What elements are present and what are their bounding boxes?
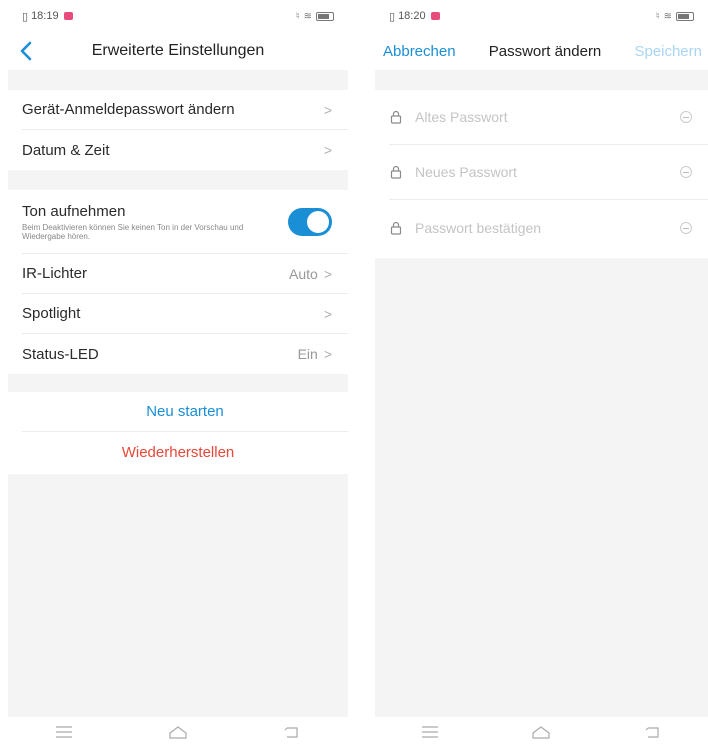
- mute-icon: ♮: [656, 10, 660, 22]
- item-label: IR-Lichter: [22, 265, 88, 282]
- eye-hidden-icon[interactable]: [680, 166, 692, 178]
- system-nav-bar: [8, 717, 348, 747]
- item-label: Ton aufnehmen: [22, 202, 126, 220]
- back-icon[interactable]: [643, 725, 663, 739]
- new-password-input[interactable]: [415, 164, 680, 180]
- chevron-right-icon: >: [323, 142, 332, 158]
- restart-button[interactable]: Neu starten: [22, 392, 348, 432]
- status-bar: ▯ 18:19 ♮ ≋: [8, 0, 348, 32]
- lock-icon: [390, 165, 402, 179]
- section-divider: [8, 70, 348, 90]
- chevron-right-icon: >: [323, 101, 332, 118]
- back-icon[interactable]: [282, 725, 302, 739]
- reset-button[interactable]: Wiederherstellen: [8, 432, 348, 472]
- system-nav-bar: [375, 717, 708, 747]
- chevron-right-icon: >: [323, 265, 332, 282]
- section-divider: [8, 374, 348, 392]
- spotlight-item[interactable]: Spotlight >: [22, 294, 348, 334]
- record-audio-toggle[interactable]: [288, 207, 332, 236]
- change-password-screen: ▯ 18:20 ♮ ≋ Abbrechen Passwort ändern Sp…: [375, 0, 708, 747]
- settings-group-2: Ton aufnehmen Beim Deaktivieren können S…: [8, 190, 348, 374]
- ir-lights-item[interactable]: IR-Lichter Auto >: [22, 254, 348, 294]
- wifi-icon: ≋: [663, 10, 672, 22]
- battery-icon: [676, 11, 694, 21]
- menu-icon[interactable]: [420, 725, 440, 739]
- item-label: Status-LED: [22, 345, 99, 363]
- empty-background: [8, 474, 348, 717]
- item-label: Datum & Zeit: [22, 141, 110, 159]
- item-label: Spotlight: [22, 305, 81, 322]
- change-device-password-item[interactable]: Gerät-Anmeldepasswort ändern >: [22, 90, 348, 130]
- chevron-right-icon: >: [323, 346, 332, 362]
- wifi-icon: ≋: [303, 10, 312, 22]
- new-password-row: [389, 145, 708, 200]
- chevron-right-icon: >: [323, 305, 332, 322]
- date-time-item[interactable]: Datum & Zeit >: [22, 130, 348, 170]
- eye-hidden-icon[interactable]: [680, 221, 692, 234]
- menu-icon[interactable]: [54, 725, 74, 739]
- advanced-settings-screen: ▯ 18:19 ♮ ≋ Erweiterte Einstellungen Ger…: [8, 0, 348, 747]
- save-button[interactable]: Speichern: [634, 43, 702, 60]
- battery-icon: [316, 11, 334, 21]
- page-title: Erweiterte Einstellungen: [91, 42, 265, 59]
- status-time: 18:19: [31, 10, 59, 22]
- section-divider: [375, 70, 708, 90]
- confirm-password-input[interactable]: [415, 219, 680, 236]
- lock-icon: [390, 110, 402, 124]
- home-icon[interactable]: [167, 724, 189, 740]
- item-label: Gerät-Anmeldepasswort ändern: [22, 101, 235, 118]
- nav-bar: Erweiterte Einstellungen: [8, 32, 348, 70]
- back-chevron-icon: [20, 41, 32, 61]
- record-audio-item: Ton aufnehmen Beim Deaktivieren können S…: [22, 190, 348, 254]
- back-button[interactable]: [12, 36, 42, 66]
- sim-icon: ▯: [22, 10, 29, 23]
- notification-icon: [63, 12, 73, 20]
- item-value: Auto: [289, 265, 318, 282]
- eye-hidden-icon[interactable]: [680, 111, 692, 123]
- home-icon[interactable]: [530, 724, 552, 740]
- notification-icon: [430, 12, 440, 20]
- cancel-button[interactable]: Abbrechen: [383, 43, 456, 60]
- section-divider: [8, 170, 348, 190]
- empty-background: [375, 258, 708, 717]
- status-bar: ▯ 18:20 ♮ ≋: [375, 0, 708, 32]
- item-value: Ein: [297, 346, 318, 362]
- lock-icon: [390, 221, 402, 235]
- page-title: Passwort ändern: [488, 42, 602, 60]
- item-description: Beim Deaktivieren können Sie keinen Ton …: [22, 222, 244, 241]
- status-time: 18:20: [398, 10, 426, 22]
- old-password-row: [389, 90, 708, 145]
- nav-bar: Abbrechen Passwort ändern Speichern: [375, 32, 708, 70]
- password-form: [375, 90, 708, 255]
- mute-icon: ♮: [296, 10, 300, 22]
- status-led-item[interactable]: Status-LED Ein >: [22, 334, 348, 374]
- old-password-input[interactable]: [415, 109, 680, 125]
- confirm-password-row: [389, 200, 708, 255]
- sim-icon: ▯: [389, 10, 396, 23]
- settings-group-1: Gerät-Anmeldepasswort ändern > Datum & Z…: [8, 90, 348, 170]
